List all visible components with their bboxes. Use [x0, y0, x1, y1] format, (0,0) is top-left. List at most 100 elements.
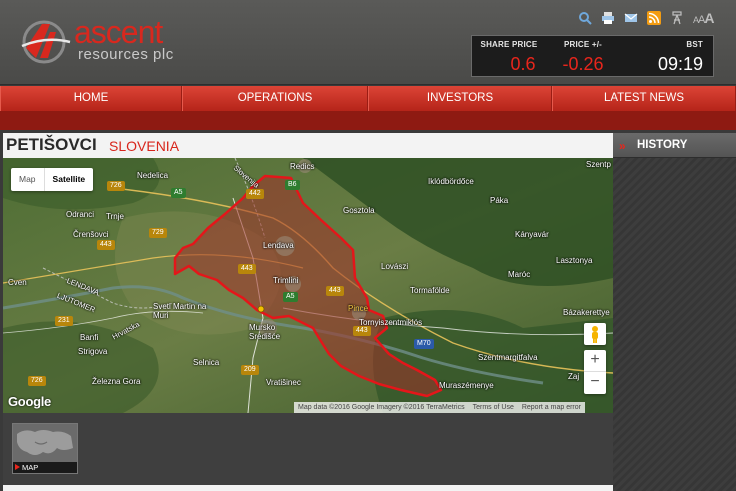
rss-icon[interactable]: [647, 11, 661, 25]
zoom-out-button[interactable]: −: [584, 372, 606, 394]
font-large-label: A: [704, 10, 714, 26]
road-shield: A5: [283, 292, 298, 302]
map-label: Črenšovci: [73, 230, 109, 239]
time-value: 09:19: [657, 54, 703, 74]
thumbnail-strip: MAP: [3, 413, 613, 485]
road-shield: 726: [28, 376, 46, 386]
road-shield: 726: [107, 181, 125, 191]
font-size-icon[interactable]: AAA: [693, 10, 714, 26]
map-label: Lendava: [263, 241, 294, 250]
road-shield: 443: [326, 286, 344, 296]
thumbnail-label: MAP: [13, 462, 77, 473]
time-cell: BST 09:19: [620, 36, 715, 78]
road-shield: 443: [238, 264, 256, 274]
map-type-map-button[interactable]: Map: [11, 168, 44, 191]
map-label: Lovászi: [381, 262, 409, 271]
map-label: Vratišinec: [266, 378, 301, 387]
pegman-icon: [592, 326, 598, 343]
map-type-control: Map Satellite: [11, 168, 94, 191]
location-marker-icon: [257, 305, 265, 313]
sidebar: » HISTORY: [613, 133, 736, 491]
map-label: Tormafölde: [410, 286, 450, 295]
main-navigation: HOME OPERATIONS INVESTORS LATEST NEWS: [0, 86, 736, 111]
nav-operations[interactable]: OPERATIONS: [182, 86, 368, 111]
road-shield: 443: [353, 326, 371, 336]
page-country: SLOVENIA: [109, 138, 180, 154]
company-logo[interactable]: ascent resources plc: [20, 14, 180, 66]
map-label: Bázakerettye: [563, 308, 610, 317]
road-shield: 729: [149, 228, 167, 238]
map-label: Gosztola: [343, 206, 375, 215]
road-shield: M70: [414, 339, 434, 349]
price-change-value: -0.26: [562, 54, 604, 74]
map-attribution: Map data ©2016 Google Imagery ©2016 Terr…: [294, 402, 585, 413]
map-label: Trnje: [106, 212, 124, 221]
map-data-credit: Map data ©2016 Google Imagery ©2016 Terr…: [298, 404, 465, 411]
chevron-right-icon: »: [619, 139, 625, 153]
nav-latest-news[interactable]: LATEST NEWS: [552, 86, 736, 111]
europe-map-icon: [13, 424, 77, 462]
map-label: Pince: [348, 304, 369, 313]
map-label: Mursko Središće: [249, 323, 281, 341]
sidebar-history-header[interactable]: » HISTORY: [613, 133, 736, 158]
map-thumbnail[interactable]: MAP: [12, 423, 78, 474]
street-view-button[interactable]: [584, 323, 606, 345]
road-shield: 442: [246, 189, 264, 199]
nav-investors[interactable]: INVESTORS: [368, 86, 552, 111]
map-label: Železna Gora: [92, 377, 141, 386]
map-label: Banfi: [80, 333, 99, 342]
nav-home[interactable]: HOME: [0, 86, 182, 111]
road-shield: 443: [97, 240, 115, 250]
satellite-map[interactable]: Redics Nedelica Iklódbördőce Szentp Gosz…: [3, 158, 613, 413]
report-map-error-link[interactable]: Report a map error: [522, 402, 581, 413]
accessibility-icon[interactable]: [670, 11, 684, 25]
map-label: Szentp: [586, 160, 611, 169]
main-content: PETIŠOVCI SLOVENIA Redics Nedelica Iklód…: [3, 133, 613, 491]
road-shield: B6: [285, 180, 300, 190]
utility-toolbar: AAA: [578, 10, 714, 26]
road-shield: 209: [241, 365, 259, 375]
price-change-label: PRICE +/-: [563, 40, 603, 49]
zoom-in-button[interactable]: +: [584, 350, 606, 372]
map-label: Trimlini: [273, 276, 299, 285]
map-label: Sveti Martin na Muri: [153, 302, 207, 320]
road-shield: 231: [55, 316, 73, 326]
page-title-bar: PETIŠOVCI SLOVENIA: [3, 133, 613, 158]
content-footer-bar: [3, 485, 613, 491]
map-label: Cven: [8, 278, 27, 287]
map-label: Redics: [290, 162, 315, 171]
map-label: Strigova: [78, 347, 108, 356]
nav-subbar: [0, 111, 736, 130]
email-icon[interactable]: [624, 11, 638, 25]
site-header: ascent resources plc AAA SHARE PRICE 0.6…: [0, 0, 736, 85]
share-price-value: 0.6: [510, 54, 536, 74]
brand-subtitle: resources plc: [78, 46, 174, 63]
zoom-control: + −: [584, 350, 606, 394]
map-label: Zaj: [568, 372, 580, 381]
map-label: Nedelica: [137, 171, 169, 180]
map-label: Selnica: [193, 358, 220, 367]
timezone-label: BST: [686, 40, 703, 49]
google-logo[interactable]: Google: [8, 394, 51, 409]
terms-of-use-link[interactable]: Terms of Use: [473, 402, 514, 413]
map-label: Odranci: [66, 210, 95, 219]
share-price-label: SHARE PRICE: [480, 40, 538, 49]
print-icon[interactable]: [601, 11, 615, 25]
map-label: Szentmargitfalva: [478, 353, 538, 362]
road-shield: A5: [171, 188, 186, 198]
map-label: Kányavár: [515, 230, 549, 239]
map-label: Páka: [490, 196, 509, 205]
map-label: Maróc: [508, 270, 531, 279]
sidebar-history-title: HISTORY: [637, 139, 688, 151]
search-icon[interactable]: [578, 11, 592, 25]
share-price-ticker: SHARE PRICE 0.6 PRICE +/- -0.26 BST 09:1…: [471, 35, 714, 77]
map-label: Muraszémenye: [439, 381, 494, 390]
map-label: Iklódbördőce: [428, 177, 474, 186]
price-change-cell: PRICE +/- -0.26: [546, 36, 620, 78]
share-price-cell: SHARE PRICE 0.6: [472, 36, 546, 78]
map-type-satellite-button[interactable]: Satellite: [43, 168, 94, 191]
page-title: PETIŠOVCI: [6, 135, 97, 154]
map-label: Lasztonya: [556, 256, 593, 265]
brand-name: ascent: [74, 14, 163, 50]
logo-mark-icon: [21, 20, 71, 64]
